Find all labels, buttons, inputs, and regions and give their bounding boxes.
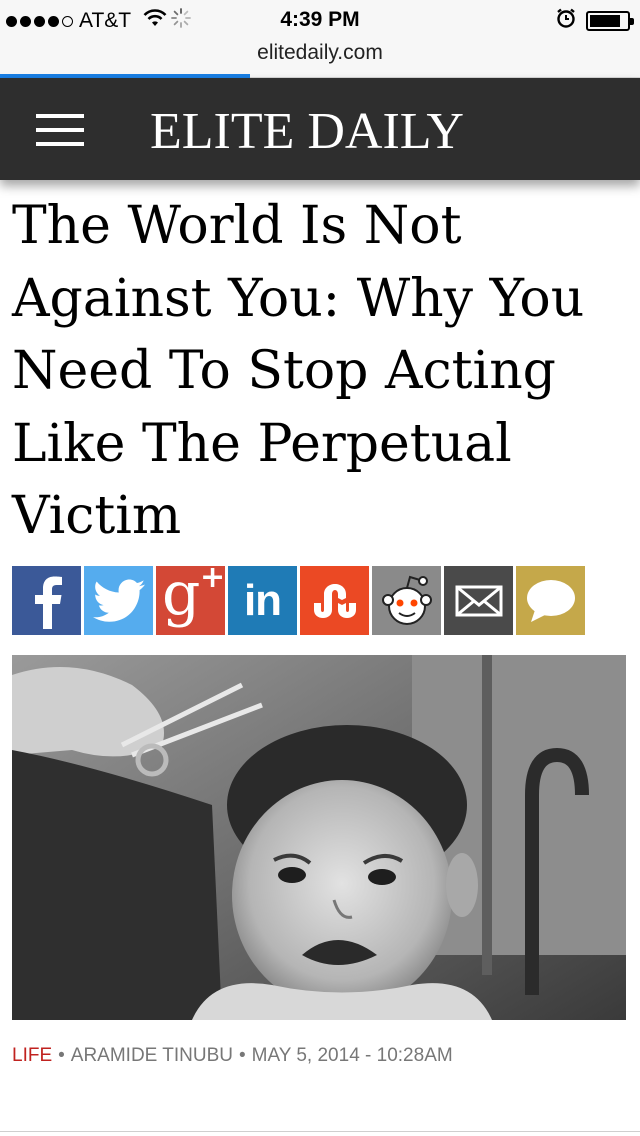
hero-photo — [12, 655, 626, 1020]
email-icon — [455, 585, 502, 616]
comments-button[interactable] — [516, 566, 585, 635]
hamburger-menu-icon[interactable] — [36, 114, 86, 146]
status-time: 4:39 PM — [280, 8, 360, 31]
url-text[interactable]: elitedaily.com — [257, 41, 383, 64]
divider — [0, 1131, 640, 1132]
linkedin-share-button[interactable]: in — [228, 566, 297, 635]
site-header: ELITE DAILY — [0, 78, 640, 180]
speech-bubble-icon — [526, 579, 575, 622]
status-bar: AT&T 4:39 PM — [0, 0, 640, 40]
battery-fill — [590, 15, 620, 27]
linkedin-icon: in — [243, 575, 282, 625]
facebook-share-button[interactable] — [12, 566, 81, 635]
byline-separator: • — [239, 1045, 246, 1066]
facebook-icon — [34, 576, 62, 629]
article-byline: LIFE • ARAMIDE TINUBU • MAY 5, 2014 - 10:28A… — [12, 1045, 453, 1067]
reddit-icon — [381, 575, 432, 625]
article-headline: The World Is Not Against You: Why You Ne… — [12, 196, 585, 546]
email-share-button[interactable] — [444, 566, 513, 635]
author-link[interactable]: ARAMIDE TINUBU — [71, 1045, 233, 1066]
share-bar: g + in — [12, 559, 585, 635]
battery-icon — [586, 11, 634, 31]
address-bar[interactable]: elitedaily.com — [0, 40, 640, 78]
stumbleupon-icon — [313, 583, 356, 618]
byline-separator: • — [58, 1045, 65, 1066]
category-link[interactable]: LIFE — [12, 1045, 52, 1066]
google-plus-share-button[interactable]: g + — [156, 559, 226, 635]
google-plus-icon: g + — [162, 559, 226, 629]
site-logo[interactable]: ELITE DAILY — [150, 102, 464, 161]
alarm-clock-icon — [556, 8, 576, 34]
hero-image[interactable] — [12, 655, 626, 1020]
publish-date: MAY 5, 2014 - 10:28AM — [251, 1045, 453, 1066]
status-right — [556, 8, 634, 34]
reddit-share-button[interactable] — [372, 566, 441, 635]
twitter-icon — [92, 579, 145, 622]
twitter-share-button[interactable] — [84, 566, 153, 635]
stumbleupon-share-button[interactable] — [300, 566, 369, 635]
